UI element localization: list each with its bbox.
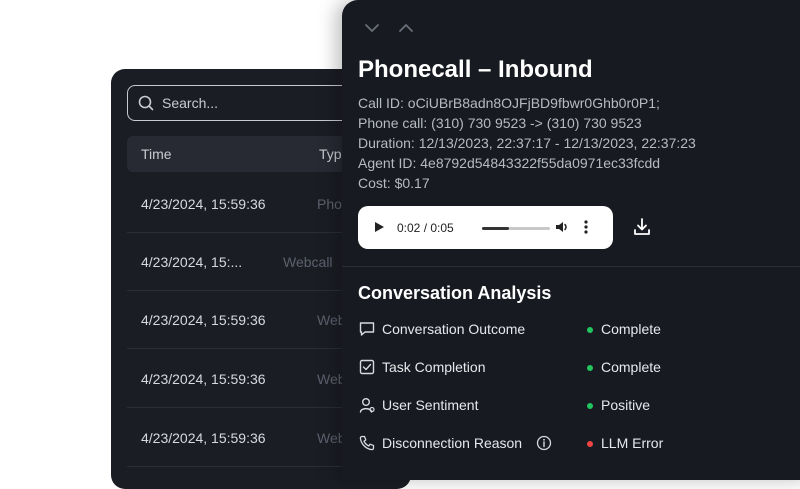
analysis-label: Task Completion bbox=[382, 359, 486, 375]
call-id: Call ID: oCiUBrB8adn8OJFjBD9fbwr0Ghb0r0P… bbox=[358, 95, 660, 111]
search-input[interactable] bbox=[162, 95, 342, 111]
audio-progress-fill bbox=[482, 227, 510, 230]
analysis-row-disconnection-reason: Disconnection Reason LLM Error bbox=[358, 432, 798, 456]
call-detail-panel: Phonecall – Inbound Call ID: oCiUBrB8adn… bbox=[342, 0, 800, 480]
user-icon bbox=[359, 398, 375, 413]
status-dot bbox=[587, 403, 593, 409]
analysis-label: User Sentiment bbox=[382, 397, 479, 413]
column-header-type[interactable]: Typ bbox=[319, 146, 342, 162]
analysis-value: LLM Error bbox=[601, 435, 664, 451]
row-time: 4/23/2024, 15:59:36 bbox=[141, 312, 266, 328]
chat-bubble-icon bbox=[359, 322, 375, 336]
audio-time: 0:02 / 0:05 bbox=[397, 221, 454, 235]
row-time: 4/23/2024, 15:59:36 bbox=[141, 371, 266, 387]
agent-id: Agent ID: 4e8792d54843322f55da0971ec33fc… bbox=[358, 155, 661, 171]
status-dot bbox=[587, 327, 593, 333]
phone-icon bbox=[359, 435, 375, 451]
phone-call: Phone call: (310) 730 9523 -> (310) 730 … bbox=[358, 115, 642, 131]
download-icon[interactable] bbox=[632, 217, 652, 237]
row-time: 4/23/2024, 15:59:36 bbox=[141, 196, 266, 212]
call-metadata: Call ID: oCiUBrB8adn8OJFjBD9fbwr0Ghb0r0P… bbox=[358, 93, 696, 193]
row-type: Webcall bbox=[283, 254, 333, 270]
analysis-value: Complete bbox=[601, 321, 661, 337]
cost: Cost: $0.17 bbox=[358, 175, 430, 191]
analysis-value: Positive bbox=[601, 397, 651, 413]
status-dot bbox=[587, 365, 593, 371]
page-title: Phonecall – Inbound bbox=[358, 56, 593, 83]
divider bbox=[342, 266, 800, 267]
analysis-row-conversation-outcome: Conversation Outcome Complete bbox=[358, 318, 798, 342]
analysis-value: Complete bbox=[601, 359, 661, 375]
volume-icon[interactable] bbox=[554, 219, 570, 235]
duration: Duration: 12/13/2023, 22:37:17 - 12/13/2… bbox=[358, 135, 696, 151]
analysis-row-user-sentiment: User Sentiment Positive bbox=[358, 394, 798, 418]
audio-progress-bar[interactable] bbox=[482, 227, 550, 230]
status-dot bbox=[587, 441, 593, 447]
chevron-up-icon[interactable] bbox=[396, 18, 416, 38]
audio-player[interactable]: 0:02 / 0:05 bbox=[358, 206, 613, 249]
analysis-label: Conversation Outcome bbox=[382, 321, 526, 337]
section-title: Conversation Analysis bbox=[358, 283, 552, 303]
checkbox-icon bbox=[359, 359, 375, 375]
chevron-down-icon[interactable] bbox=[362, 18, 382, 38]
search-icon bbox=[138, 95, 154, 111]
analysis-label: Disconnection Reason bbox=[382, 435, 523, 451]
row-time: 4/23/2024, 15:... bbox=[141, 254, 243, 270]
analysis-row-task-completion: Task Completion Complete bbox=[358, 356, 798, 380]
more-options-icon[interactable] bbox=[584, 220, 588, 234]
row-time: 4/23/2024, 15:59:36 bbox=[141, 430, 266, 446]
info-icon[interactable] bbox=[536, 435, 552, 451]
play-icon[interactable] bbox=[375, 222, 384, 232]
column-header-time[interactable]: Time bbox=[141, 146, 172, 162]
